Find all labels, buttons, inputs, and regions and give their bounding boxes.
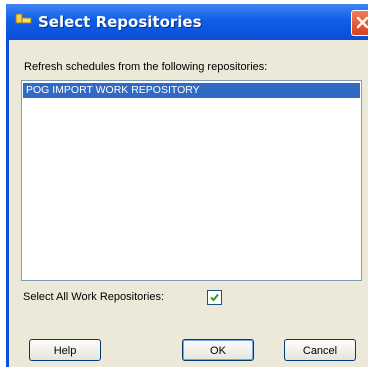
dialog-body: Refresh schedules from the following rep… [9,40,368,367]
checkmark-icon [210,293,219,302]
select-all-checkbox[interactable] [207,290,222,305]
close-icon [356,16,368,29]
cancel-button[interactable]: Cancel [284,339,356,361]
close-button[interactable] [351,10,368,36]
list-item-pog-import-work-repository[interactable]: POG IMPORT WORK REPOSITORY [23,83,360,98]
app-icon [15,13,32,24]
title-bar[interactable]: Select Repositories [6,4,368,40]
select-repositories-dialog: Select Repositories Refresh schedules fr… [6,4,368,367]
select-all-label: Select All Work Repositories: [23,291,165,303]
repositories-prompt: Refresh schedules from the following rep… [24,61,268,73]
window-title: Select Repositories [38,13,202,31]
repositories-list[interactable]: POG IMPORT WORK REPOSITORY [21,80,362,281]
help-button[interactable]: Help [29,339,101,361]
ok-button[interactable]: OK [182,339,254,361]
